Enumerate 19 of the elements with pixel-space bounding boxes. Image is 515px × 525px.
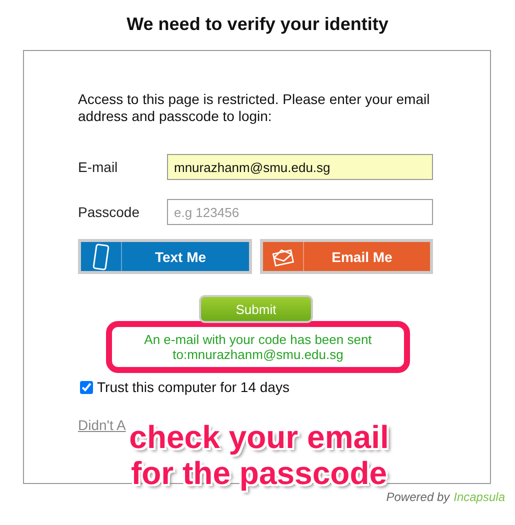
field-label: E-mail — [78, 159, 119, 175]
envelope-icon — [272, 246, 294, 266]
annotation-text: check your email — [129, 419, 389, 455]
send-code-button[interactable]: Email Me — [260, 239, 433, 274]
annotation-text: for the passcode — [130, 455, 388, 491]
submit-button[interactable]: Submit — [199, 295, 313, 323]
page-title: We need to verify your identity — [126, 13, 390, 35]
input-field[interactable]: mnurazhanm@smu.edu.sg — [167, 154, 433, 180]
input-field[interactable]: e.g 123456 — [167, 199, 433, 225]
send-code-button[interactable]: Text Me — [78, 239, 252, 274]
intro-text: Access to this page is restricted. Please enter your email address and passcode to login: — [78, 91, 431, 125]
help-link[interactable]: Didn't A — [78, 417, 126, 433]
brand-link[interactable]: Incapsula — [454, 490, 505, 504]
powered-by-text: Powered by — [386, 490, 450, 504]
phone-icon — [92, 242, 110, 270]
trust-label: Trust this computer for 14 days — [97, 379, 290, 395]
field-label: Passcode — [78, 204, 140, 220]
sent-message: An e-mail with your code has been sent to:mnurazhanm@smu.edu.sg — [143, 332, 373, 362]
trust-checkbox[interactable] — [80, 380, 93, 394]
